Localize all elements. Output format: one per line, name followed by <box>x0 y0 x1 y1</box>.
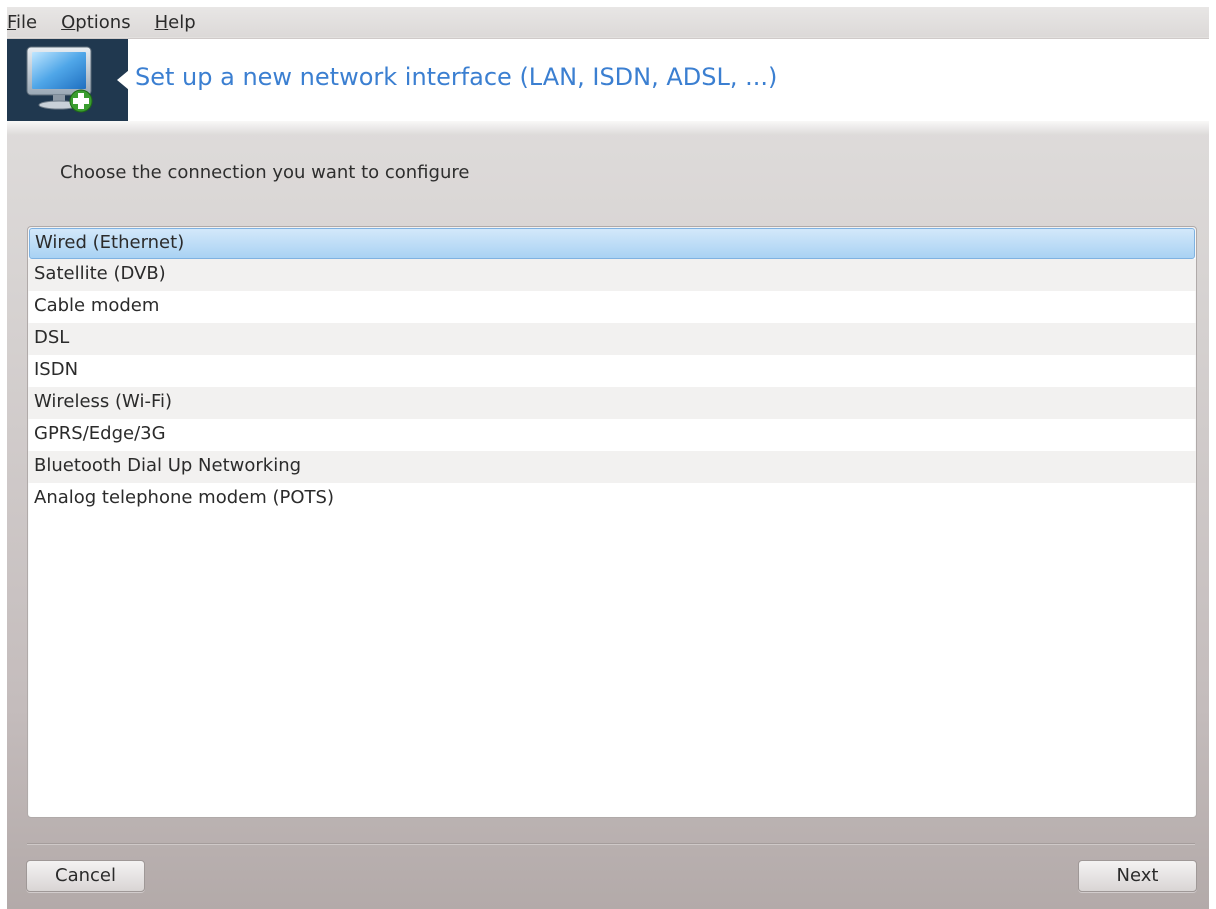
connection-type-list[interactable]: Wired (Ethernet) Satellite (DVB) Cable m… <box>27 226 1197 818</box>
menu-options[interactable]: Options <box>49 12 142 33</box>
button-separator <box>27 843 1195 845</box>
menu-file[interactable]: File <box>7 12 49 33</box>
menu-help-mnemonic: H <box>154 11 169 33</box>
list-item-analog-modem[interactable]: Analog telephone modem (POTS) <box>28 483 1196 515</box>
next-button[interactable]: Next <box>1078 860 1197 892</box>
menu-help-label: elp <box>168 11 196 33</box>
instruction-text: Choose the connection you want to config… <box>60 162 470 183</box>
menu-options-mnemonic: O <box>61 11 76 33</box>
menu-file-label: ile <box>16 11 38 33</box>
banner-icon-area <box>7 39 128 121</box>
page-title: Set up a new network interface (LAN, ISD… <box>135 63 778 91</box>
list-item-wireless-wifi[interactable]: Wireless (Wi-Fi) <box>28 387 1196 419</box>
banner-notch <box>117 70 129 90</box>
menu-file-mnemonic: F <box>7 11 17 33</box>
menu-bar: File Options Help <box>7 7 1209 37</box>
list-item-dsl[interactable]: DSL <box>28 323 1196 355</box>
list-item-cable-modem[interactable]: Cable modem <box>28 291 1196 323</box>
list-item-gprs-edge-3g[interactable]: GPRS/Edge/3G <box>28 419 1196 451</box>
cancel-button[interactable]: Cancel <box>26 860 145 892</box>
network-wizard-window: File Options Help Set up a new network i… <box>7 7 1209 909</box>
monitor-add-icon <box>26 46 93 113</box>
menu-help[interactable]: Help <box>143 12 208 33</box>
list-item-bluetooth-dialup[interactable]: Bluetooth Dial Up Networking <box>28 451 1196 483</box>
menu-options-label: ptions <box>75 11 131 33</box>
list-item-wired-ethernet[interactable]: Wired (Ethernet) <box>29 228 1195 259</box>
header-banner: Set up a new network interface (LAN, ISD… <box>7 38 1209 121</box>
list-item-satellite-dvb[interactable]: Satellite (DVB) <box>28 259 1196 291</box>
banner-shadow <box>7 121 1209 135</box>
list-item-isdn[interactable]: ISDN <box>28 355 1196 387</box>
